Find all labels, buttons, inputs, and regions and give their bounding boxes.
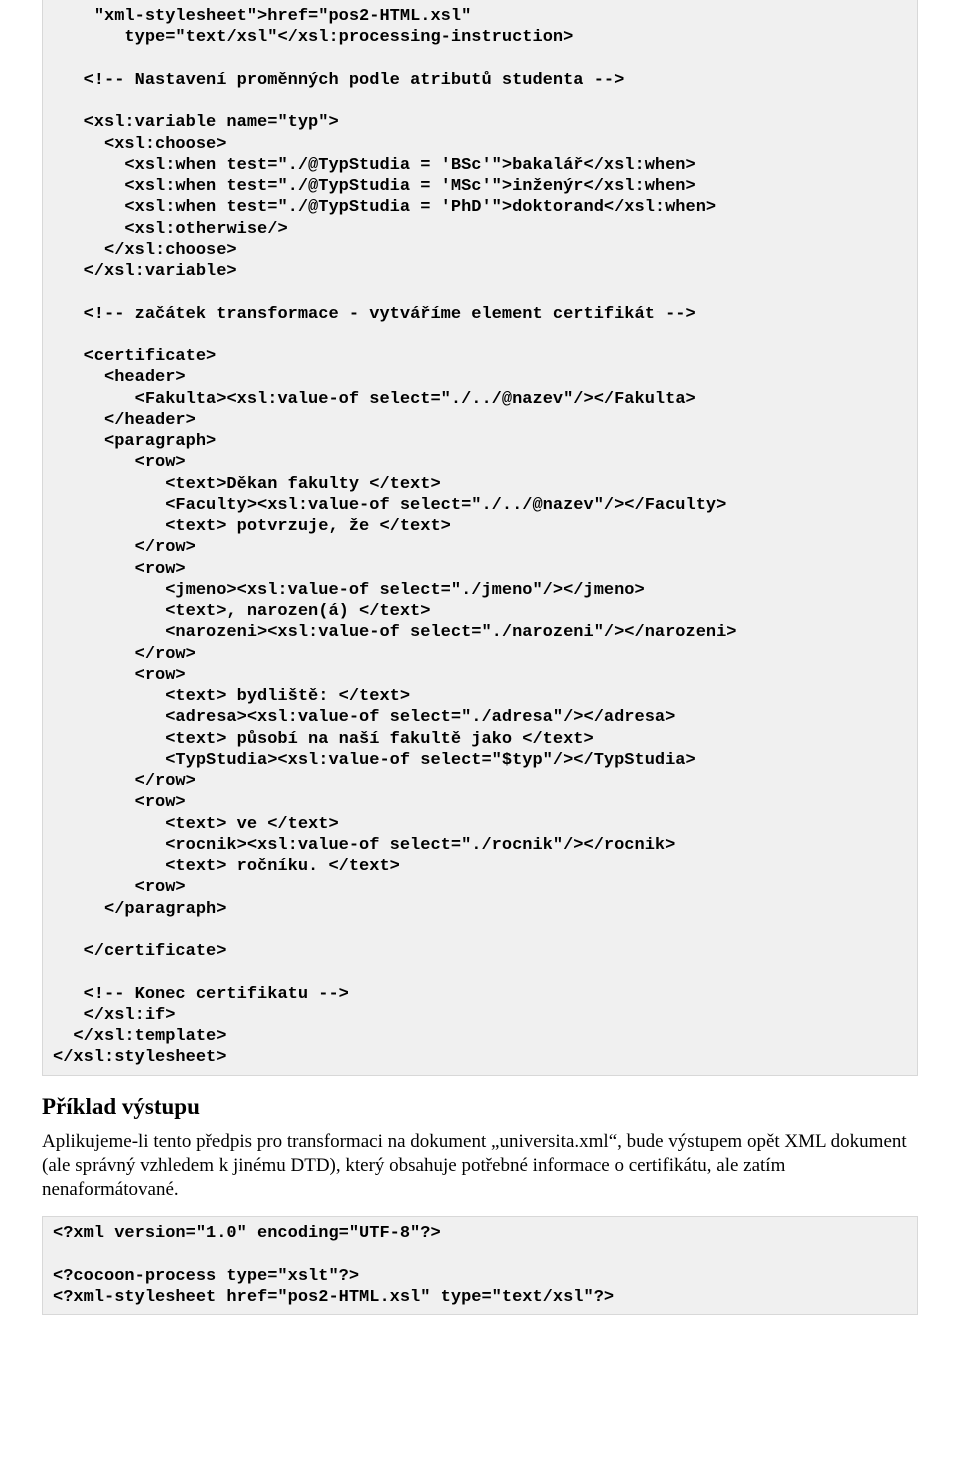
section-heading: Příklad výstupu bbox=[42, 1094, 918, 1120]
document-page: "xml-stylesheet">href="pos2-HTML.xsl" ty… bbox=[0, 0, 960, 1315]
code-block-xsl: "xml-stylesheet">href="pos2-HTML.xsl" ty… bbox=[42, 0, 918, 1076]
code-block-xml-output: <?xml version="1.0" encoding="UTF-8"?> <… bbox=[42, 1216, 918, 1315]
body-paragraph: Aplikujeme-li tento předpis pro transfor… bbox=[42, 1130, 918, 1203]
